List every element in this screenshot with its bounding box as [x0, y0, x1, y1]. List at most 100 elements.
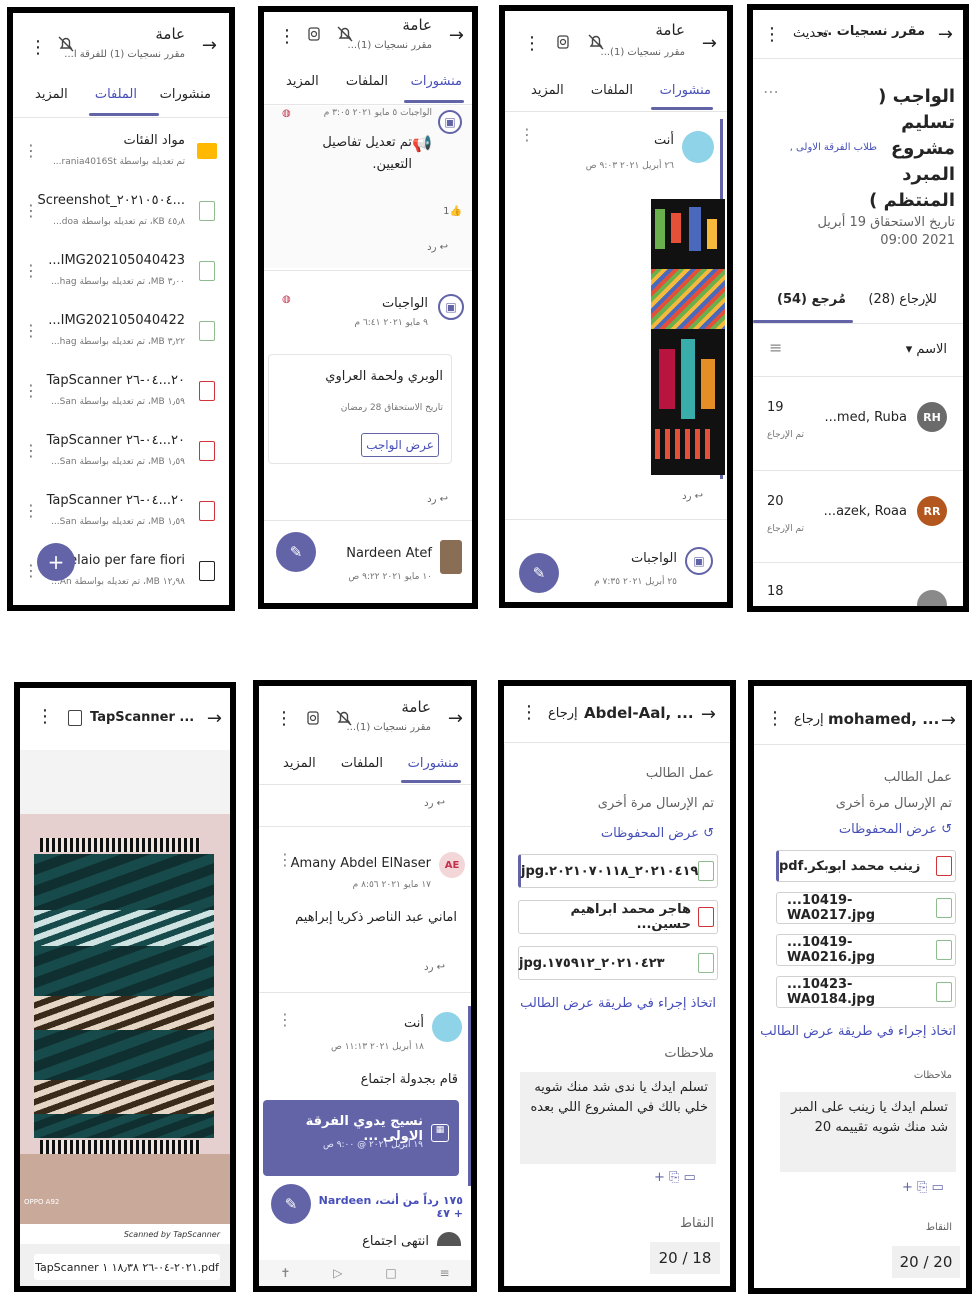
tab-returned[interactable]: مُرجع (54): [777, 292, 846, 307]
video-call-icon[interactable]: [305, 710, 321, 730]
meeting-ended-icon: [437, 1232, 461, 1246]
back-arrow-icon[interactable]: →: [702, 33, 717, 54]
channel-title: عامة: [655, 21, 685, 39]
list-item[interactable]: ⋮ ٢٠...٠٤-٢٦ TapScanner ١٫٥٩ MB، تم تعدي…: [13, 483, 229, 543]
back-arrow-icon[interactable]: →: [449, 25, 464, 46]
student-view-action-link[interactable]: اتخاذ إجراء في طريقة عرض الطالب: [516, 996, 716, 1011]
tab-more[interactable]: المزيد: [283, 756, 316, 771]
pdf-file-icon: [936, 856, 952, 876]
score-field[interactable]: 20 / 20: [892, 1246, 960, 1278]
more-options-icon[interactable]: ⋮: [519, 125, 535, 144]
back-nav-icon[interactable]: ▷: [333, 1266, 342, 1280]
sort-by-name[interactable]: الاسم ▾: [867, 342, 947, 357]
table-row[interactable]: 18: [753, 564, 963, 606]
more-options-icon[interactable]: ⋮: [36, 706, 54, 727]
points-label: النقاط: [679, 1216, 714, 1231]
filter-icon[interactable]: ≡: [769, 338, 782, 357]
active-tab-indicator: [651, 107, 713, 110]
tab-files[interactable]: الملفات: [341, 756, 383, 771]
back-arrow-icon[interactable]: →: [448, 708, 463, 729]
more-options-icon[interactable]: ⋮: [275, 708, 293, 729]
attachment-file[interactable]: ...10423-WA0184.jpg: [776, 976, 956, 1008]
attachment-file[interactable]: هاجر محمد ابراهيم حسين...: [518, 900, 718, 934]
list-item[interactable]: ⋮ IMG202105040423... ٣٫٠٠ MB، تم تعديله …: [13, 243, 229, 303]
meeting-card[interactable]: ▦ نسيج يدوي الفرقة الاولى ... ١٩ أبريل ٢…: [263, 1100, 459, 1176]
update-button[interactable]: تحديث: [793, 26, 828, 41]
score-field[interactable]: 20 / 18: [650, 1242, 720, 1274]
back-arrow-icon[interactable]: →: [941, 710, 956, 731]
back-arrow-icon[interactable]: →: [202, 35, 217, 56]
tab-to-return[interactable]: للإرجاع (28): [868, 292, 937, 307]
attach-icons[interactable]: + ⎘ ▭: [902, 1180, 944, 1195]
tab-files[interactable]: الملفات: [591, 83, 633, 98]
post-time: ٩ مايو ٢٠٢١ ٦:٤١ م: [354, 318, 429, 328]
reply-button[interactable]: رد ↩: [427, 242, 448, 253]
student-view-action-link[interactable]: اتخاذ إجراء في طريقة عرض الطالب: [756, 1024, 956, 1039]
list-item[interactable]: ⋮ IMG202105040422... ٣٫٢٢ MB، تم تعديله …: [13, 303, 229, 363]
woven-image[interactable]: [651, 199, 725, 475]
back-arrow-icon[interactable]: →: [207, 708, 222, 729]
more-options-icon[interactable]: ⋮: [520, 702, 538, 723]
back-arrow-icon[interactable]: →: [701, 704, 716, 725]
tab-more[interactable]: المزيد: [531, 83, 564, 98]
notes-field[interactable]: تسلم ايدك يا زينب على المبر شد منك شويه …: [780, 1092, 956, 1172]
reply-button[interactable]: رد ↩: [424, 798, 445, 809]
reply-button[interactable]: رد ↩: [424, 962, 445, 973]
accessibility-icon[interactable]: ✝: [280, 1266, 290, 1280]
back-arrow-icon[interactable]: →: [938, 24, 953, 45]
video-call-icon[interactable]: [555, 34, 571, 54]
list-item[interactable]: ⋮ ٢٠...٠٤-٢٦ TapScanner ١٫٥٩ MB، تم تعدي…: [13, 423, 229, 483]
tab-more[interactable]: المزيد: [286, 74, 319, 89]
tab-posts[interactable]: منشورات: [660, 83, 711, 98]
tab-more[interactable]: المزيد: [35, 87, 68, 102]
scanned-photo[interactable]: OPPO A92: [20, 814, 230, 1224]
more-options-icon[interactable]: ⋮: [278, 26, 296, 47]
attachment-file[interactable]: ...10419-WA0216.jpg: [776, 934, 956, 966]
table-row[interactable]: RH ...med, Ruba 19 تم الإرجاع: [753, 378, 963, 468]
avatar: [432, 1012, 462, 1042]
list-item[interactable]: ⋮ ٢٠...٠٤-٢٦ TapScanner ١٫٥٩ MB، تم تعدي…: [13, 363, 229, 423]
more-options-icon[interactable]: ⋮: [523, 33, 541, 54]
file-name: IMG202105040422...: [48, 313, 185, 328]
compose-button[interactable]: ✎: [271, 1184, 311, 1224]
notes-field[interactable]: تسلم ايدك يا ندى شد منك شويه خلي بالك في…: [520, 1072, 716, 1164]
add-file-button[interactable]: +: [37, 543, 75, 581]
return-button[interactable]: إرجاع: [794, 712, 824, 727]
table-row[interactable]: RR ...azek, Roaa 20 تم الإرجاع: [753, 472, 963, 562]
home-nav-icon[interactable]: □: [385, 1266, 396, 1280]
reply-button[interactable]: رد ↩: [682, 491, 703, 502]
file-name-pill[interactable]: TapScanner ٢٠٢١-٠٤-٢٦ ١٨٫٣٨ ١.pdf: [34, 1254, 220, 1280]
post-text: قام بجدولة اجتماع: [360, 1072, 458, 1087]
tab-posts[interactable]: منشورات: [411, 74, 462, 89]
tab-posts[interactable]: منشورات: [408, 756, 459, 771]
more-options-icon[interactable]: ⋮: [277, 1010, 293, 1029]
tab-posts[interactable]: منشورات: [160, 87, 211, 102]
attach-icons[interactable]: + ⎘ ▭: [654, 1170, 696, 1185]
list-item[interactable]: ⋮ ...٢٠٢١٠٥٠٤_Screenshot ٤٥٫٨ KB، تم تعد…: [13, 183, 229, 243]
video-call-icon[interactable]: [306, 26, 322, 46]
reply-button[interactable]: رد ↩: [427, 494, 448, 505]
attachment-file[interactable]: زينب محمد ابوبكر.pdf: [776, 850, 956, 882]
attachment-file[interactable]: ٢٠٢١٠٤١٩_٢٠٢١٠٧٠١١٨.jpg: [518, 854, 718, 888]
view-history-link[interactable]: ↺ عرض المحفوظات: [792, 822, 952, 837]
return-button[interactable]: إرجاع: [548, 706, 578, 721]
reply-label: رد: [427, 494, 437, 505]
more-options-icon[interactable]: ⋮: [766, 708, 784, 729]
recent-apps-icon[interactable]: ≡: [439, 1266, 449, 1280]
view-history-link[interactable]: ↺ عرض المحفوظات: [554, 826, 714, 841]
reaction-count[interactable]: 1👍: [443, 206, 462, 217]
tab-files[interactable]: الملفات: [95, 87, 137, 102]
compose-button[interactable]: ✎: [276, 532, 316, 572]
screen-posts-assignments: ⋮ عامة مقرر نسجيات (1)... → منشورات المل…: [258, 6, 478, 609]
view-assignment-button[interactable]: عرض الواجب: [361, 433, 439, 457]
attachment-file[interactable]: ٢٠٢١٠٤٢٣_١٧٥٩١٢.jpg: [518, 946, 718, 980]
assignment-card[interactable]: الوبري ولحمة العراوي تاريخ الاستحقاق 28 …: [268, 354, 452, 464]
attachment-file[interactable]: ...10419-WA0217.jpg: [776, 892, 956, 924]
more-options-icon[interactable]: ⋯: [763, 82, 779, 101]
more-options-icon[interactable]: ⋮: [763, 24, 781, 45]
replies-summary[interactable]: ١٧٥ رداً من أنت، Nardeen + ٤٧: [313, 1194, 463, 1220]
image-file-icon: [936, 982, 952, 1002]
compose-button[interactable]: ✎: [519, 553, 559, 593]
tab-files[interactable]: الملفات: [346, 74, 388, 89]
list-item[interactable]: ⋮ مواد الفئات تم تعديله بواسطة rania4016…: [13, 123, 229, 183]
